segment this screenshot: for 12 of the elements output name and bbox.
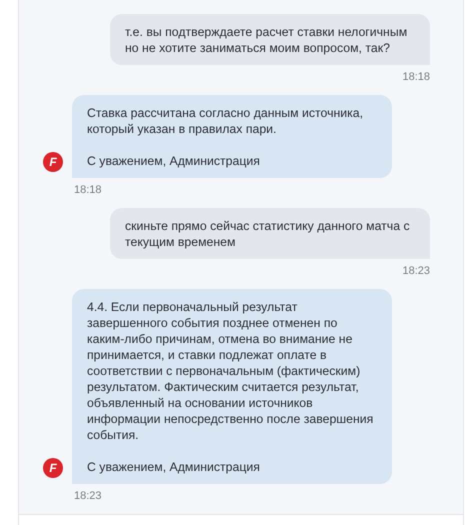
logo-icon: F — [43, 152, 63, 172]
message-text: скиньте прямо сейчас статистику данного матча с текущим временем — [125, 218, 411, 250]
message-time: 18:23 — [402, 265, 430, 277]
message-time: 18:18 — [402, 71, 430, 83]
message-text: 4.4. Если первоначальный результат завершенного события позднее отменен по каким-либо причинам, отмена во внимание не принимается, и ставки подлежат оплате в соответствии с первоначальным (фактическим) результатом. Фактическим считается результат, объявленный на основании источников информации непосредственно после завершения события. — [87, 299, 374, 443]
logo-icon: F — [43, 458, 63, 478]
message-text: С уважением, Администрация — [87, 153, 261, 169]
message-text: Ставка рассчитана согласно данным источника, который указан в правилах пари. — [87, 105, 364, 137]
message-time: 18:18 — [74, 184, 103, 196]
message-text: т.е. вы подтверждаете расчет ставки нелогичным но не хотите заниматься моим вопросом, так? — [125, 24, 408, 56]
message-text: С уважением, Администрация — [87, 459, 261, 475]
message-time: 18:23 — [74, 490, 103, 502]
